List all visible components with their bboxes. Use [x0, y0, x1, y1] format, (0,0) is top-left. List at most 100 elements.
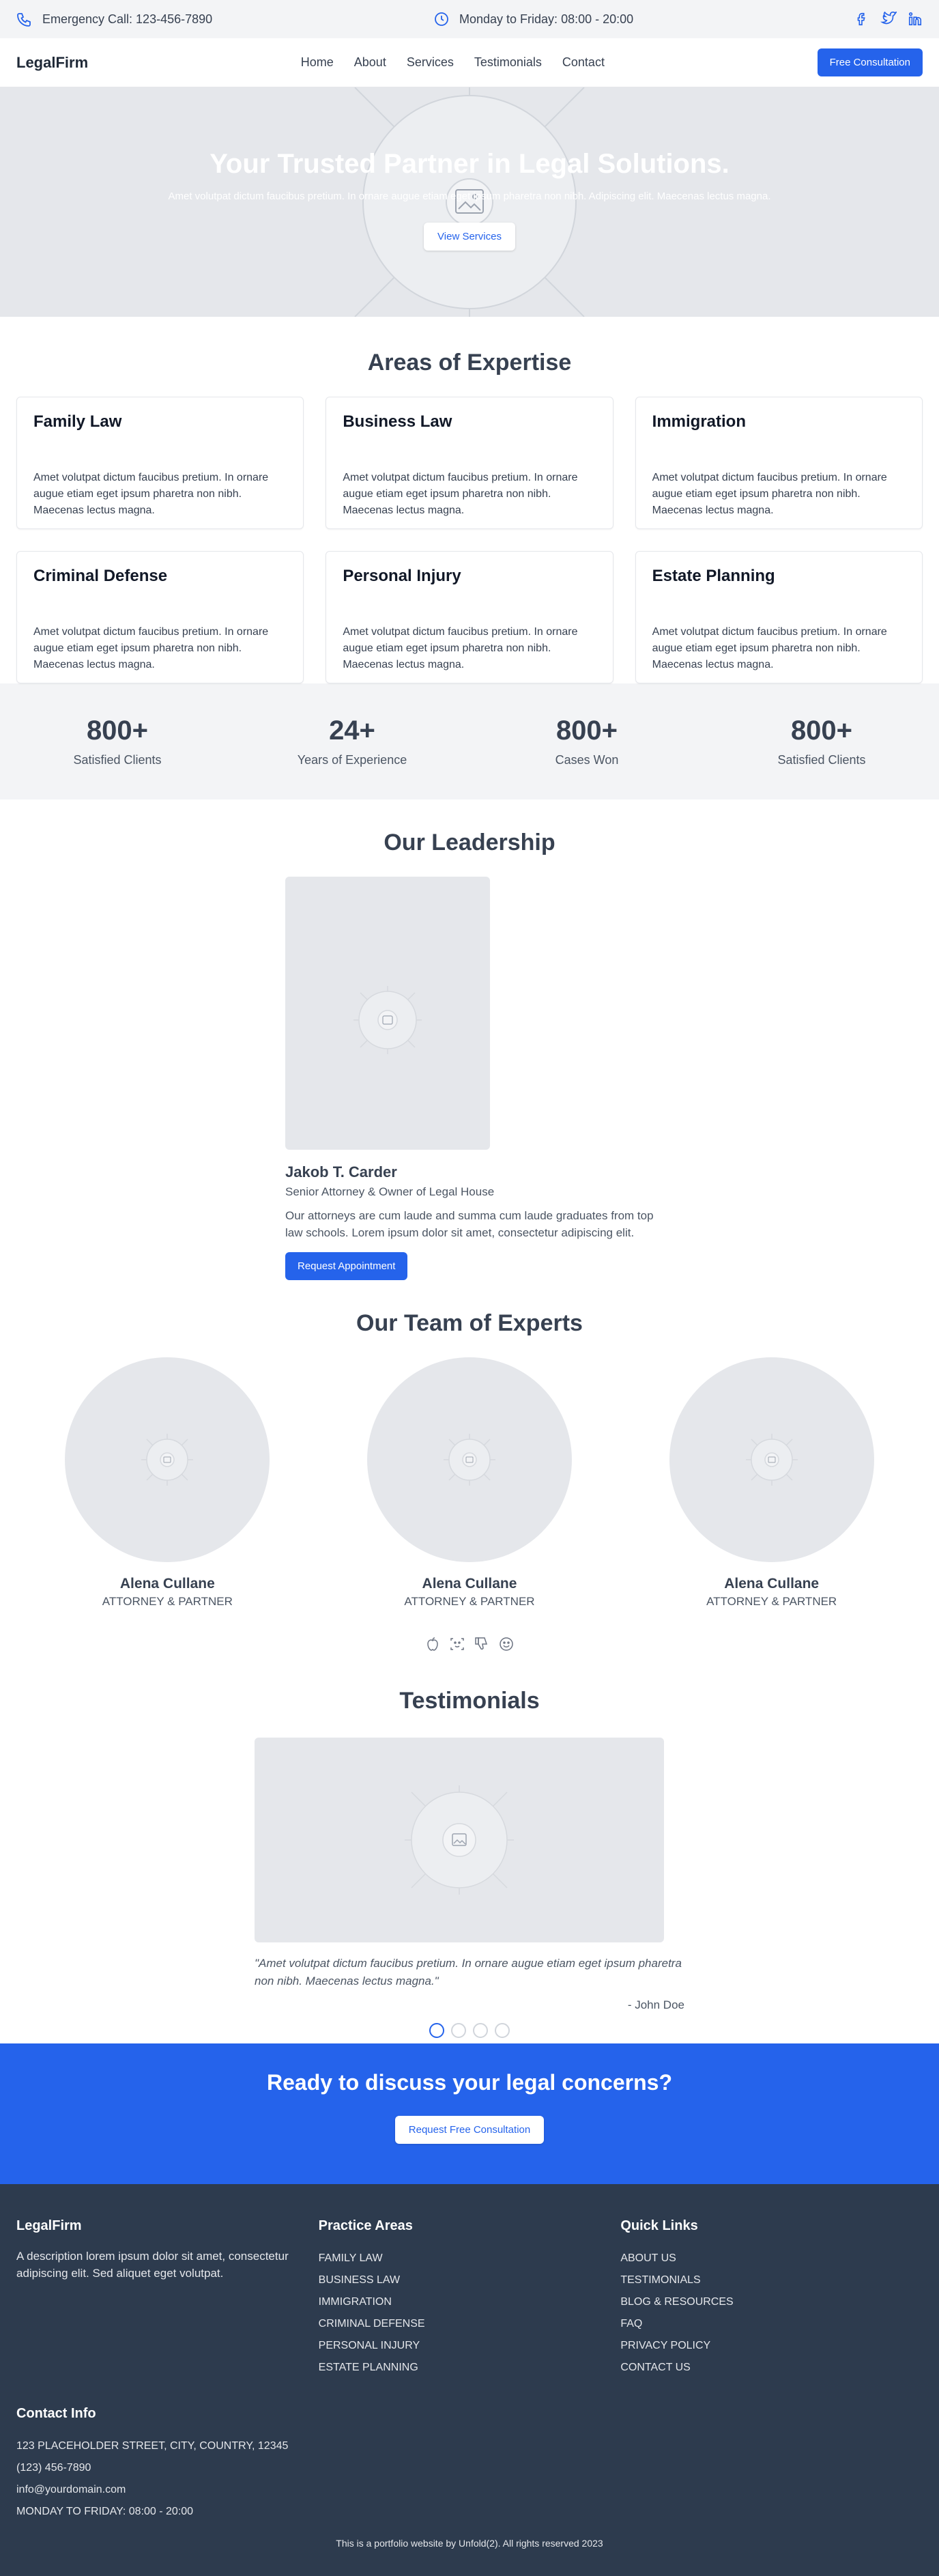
image-placeholder-icon — [443, 1434, 495, 1486]
phone-icon — [16, 11, 33, 27]
card-text: Amet volutpat dictum faucibus pretium. I… — [343, 472, 578, 516]
testimonial-author: - John Doe — [627, 1998, 684, 2011]
expertise-card-criminal-defense[interactable]: Criminal Defense Amet volutpat dictum fa… — [16, 551, 304, 683]
carousel-dot-2[interactable] — [451, 2023, 466, 2038]
request-appointment-button[interactable]: Request Appointment — [285, 1252, 408, 1280]
team-member-name: Alena Cullane — [119, 1576, 215, 1591]
footer-link[interactable]: CRIMINAL DEFENSE — [319, 2313, 621, 2335]
hero-subtitle: Amet volutpat dictum faucibus pretium. I… — [168, 190, 771, 202]
facebook-icon[interactable] — [854, 12, 869, 27]
footer-link[interactable]: BLOG & RESOURCES — [620, 2291, 923, 2313]
team-title: Our Team of Experts — [356, 1310, 583, 1336]
expertise-card-estate-planning[interactable]: Estate Planning Amet volutpat dictum fau… — [635, 551, 923, 683]
twitter-icon[interactable] — [880, 12, 897, 27]
footer-link[interactable]: FAQ — [620, 2313, 923, 2335]
expertise-card-immigration[interactable]: Immigration Amet volutpat dictum faucibu… — [635, 397, 923, 529]
stat-label: Cases Won — [555, 753, 619, 767]
stat-label: Satisfied Clients — [73, 753, 162, 767]
footer-link[interactable]: ESTATE PLANNING — [319, 2357, 621, 2379]
expertise-card-personal-injury[interactable]: Personal Injury Amet volutpat dictum fau… — [326, 551, 613, 683]
expertise-title: Areas of Expertise — [367, 350, 572, 376]
card-text: Amet volutpat dictum faucibus pretium. I… — [652, 626, 887, 670]
card-text: Amet volutpat dictum faucibus pretium. I… — [652, 472, 887, 516]
team-member-role: ATTORNEY & PARTNER — [102, 1595, 233, 1608]
nav-link-about[interactable]: About — [354, 55, 386, 70]
team-icon-row — [16, 1636, 923, 1652]
image-placeholder-icon — [353, 986, 422, 1054]
carousel-dots — [0, 2023, 939, 2038]
testimonial-quote: "Amet volutpat dictum faucibus pretium. … — [255, 1957, 682, 1987]
leader-photo — [285, 877, 490, 1150]
footer-link[interactable]: CONTACT US — [620, 2357, 923, 2379]
stat-label: Years of Experience — [297, 753, 407, 767]
hours-text: Monday to Friday: 08:00 - 20:00 — [459, 12, 634, 26]
nav-link-home[interactable]: Home — [301, 55, 334, 70]
stat-item: 800+ Satisfied Clients — [704, 716, 939, 767]
hero-title: Your Trusted Partner in Legal Solutions. — [210, 148, 729, 179]
footer-contact: Contact Info 123 PLACEHOLDER STREET, CIT… — [16, 2406, 923, 2523]
footer-brand-column: LegalFirm A description lorem ipsum dolo… — [16, 2218, 319, 2379]
free-consultation-button[interactable]: Free Consultation — [817, 48, 923, 76]
card-title: Criminal Defense — [33, 567, 168, 585]
team-grid: Alena Cullane ATTORNEY & PARTNER Alena C… — [16, 1357, 923, 1609]
expertise-card-family-law[interactable]: Family Law Amet volutpat dictum faucibus… — [16, 397, 304, 529]
leadership-title: Our Leadership — [384, 830, 555, 855]
cta-section: Ready to discuss your legal concerns? Re… — [0, 2043, 939, 2184]
footer-practice-column: Practice Areas FAMILY LAW BUSINESS LAW I… — [319, 2218, 621, 2379]
team-member-photo — [366, 1357, 572, 1562]
footer-link[interactable]: ABOUT US — [620, 2248, 923, 2269]
emergency-text: Emergency Call: 123-456-7890 — [42, 12, 213, 26]
nav-link-contact[interactable]: Contact — [562, 55, 605, 70]
footer-columns: LegalFirm A description lorem ipsum dolo… — [16, 2218, 923, 2379]
stat-item: 800+ Cases Won — [470, 716, 704, 767]
footer-link[interactable]: PRIVACY POLICY — [620, 2335, 923, 2357]
team-member-role: ATTORNEY & PARTNER — [706, 1595, 837, 1608]
stat-value: 800+ — [790, 716, 853, 746]
team-member-name: Alena Cullane — [724, 1576, 820, 1591]
team-member: Alena Cullane ATTORNEY & PARTNER — [620, 1357, 923, 1609]
stat-value: 24+ — [329, 716, 375, 746]
carousel-dot-1[interactable] — [429, 2023, 444, 2038]
nav-link-services[interactable]: Services — [407, 55, 454, 70]
footer-links-title: Quick Links — [620, 2218, 698, 2233]
footer-practice-title: Practice Areas — [318, 2218, 413, 2233]
top-bar: Emergency Call: 123-456-7890 Monday to F… — [0, 0, 939, 38]
apple-icon[interactable] — [424, 1636, 441, 1652]
team-member-role: ATTORNEY & PARTNER — [404, 1595, 535, 1608]
team-member-photo — [669, 1357, 874, 1562]
team-section: Our Team of Experts Alena Cullane ATTORN… — [0, 1280, 939, 1652]
nav-link-testimonials[interactable]: Testimonials — [474, 55, 542, 70]
smile-icon[interactable] — [498, 1636, 515, 1652]
footer-link[interactable]: BUSINESS LAW — [319, 2269, 621, 2291]
expertise-cards: Family Law Amet volutpat dictum faucibus… — [16, 397, 923, 683]
linkedin-icon[interactable] — [908, 12, 923, 27]
testimonials-title: Testimonials — [399, 1688, 540, 1714]
contact-email[interactable]: info@yourdomain.com — [16, 2479, 923, 2501]
card-text: Amet volutpat dictum faucibus pretium. I… — [33, 472, 269, 516]
stat-label: Satisfied Clients — [777, 753, 866, 767]
logo[interactable]: LegalFirm — [16, 54, 88, 72]
request-free-consultation-button[interactable]: Request Free Consultation — [394, 2116, 545, 2144]
footer-link[interactable]: PERSONAL INJURY — [319, 2335, 621, 2357]
expertise-card-business-law[interactable]: Business Law Amet volutpat dictum faucib… — [326, 397, 613, 529]
image-placeholder-icon — [745, 1434, 798, 1486]
hero-content: Your Trusted Partner in Legal Solutions.… — [0, 87, 939, 317]
card-title: Personal Injury — [343, 567, 461, 585]
team-member: Alena Cullane ATTORNEY & PARTNER — [319, 1357, 621, 1609]
scan-face-icon[interactable] — [449, 1636, 465, 1652]
contact-phone[interactable]: (123) 456-7890 — [16, 2457, 923, 2479]
leader-name: Jakob T. Carder — [285, 1163, 397, 1180]
card-title: Business Law — [343, 412, 452, 431]
carousel-dot-4[interactable] — [495, 2023, 510, 2038]
social-links — [854, 12, 923, 27]
leader-profile: Jakob T. Carder Senior Attorney & Owner … — [285, 877, 654, 1280]
expertise-section: Areas of Expertise Family Law Amet volut… — [0, 317, 939, 683]
view-services-button[interactable]: View Services — [424, 222, 515, 251]
carousel-dot-3[interactable] — [473, 2023, 488, 2038]
footer-link[interactable]: TESTIMONIALS — [620, 2269, 923, 2291]
image-placeholder-icon — [141, 1434, 194, 1486]
footer-link[interactable]: FAMILY LAW — [319, 2248, 621, 2269]
footer-quicklinks-column: Quick Links ABOUT US TESTIMONIALS BLOG &… — [620, 2218, 923, 2379]
footer-link[interactable]: IMMIGRATION — [319, 2291, 621, 2313]
thumbs-down-icon[interactable] — [474, 1636, 490, 1652]
